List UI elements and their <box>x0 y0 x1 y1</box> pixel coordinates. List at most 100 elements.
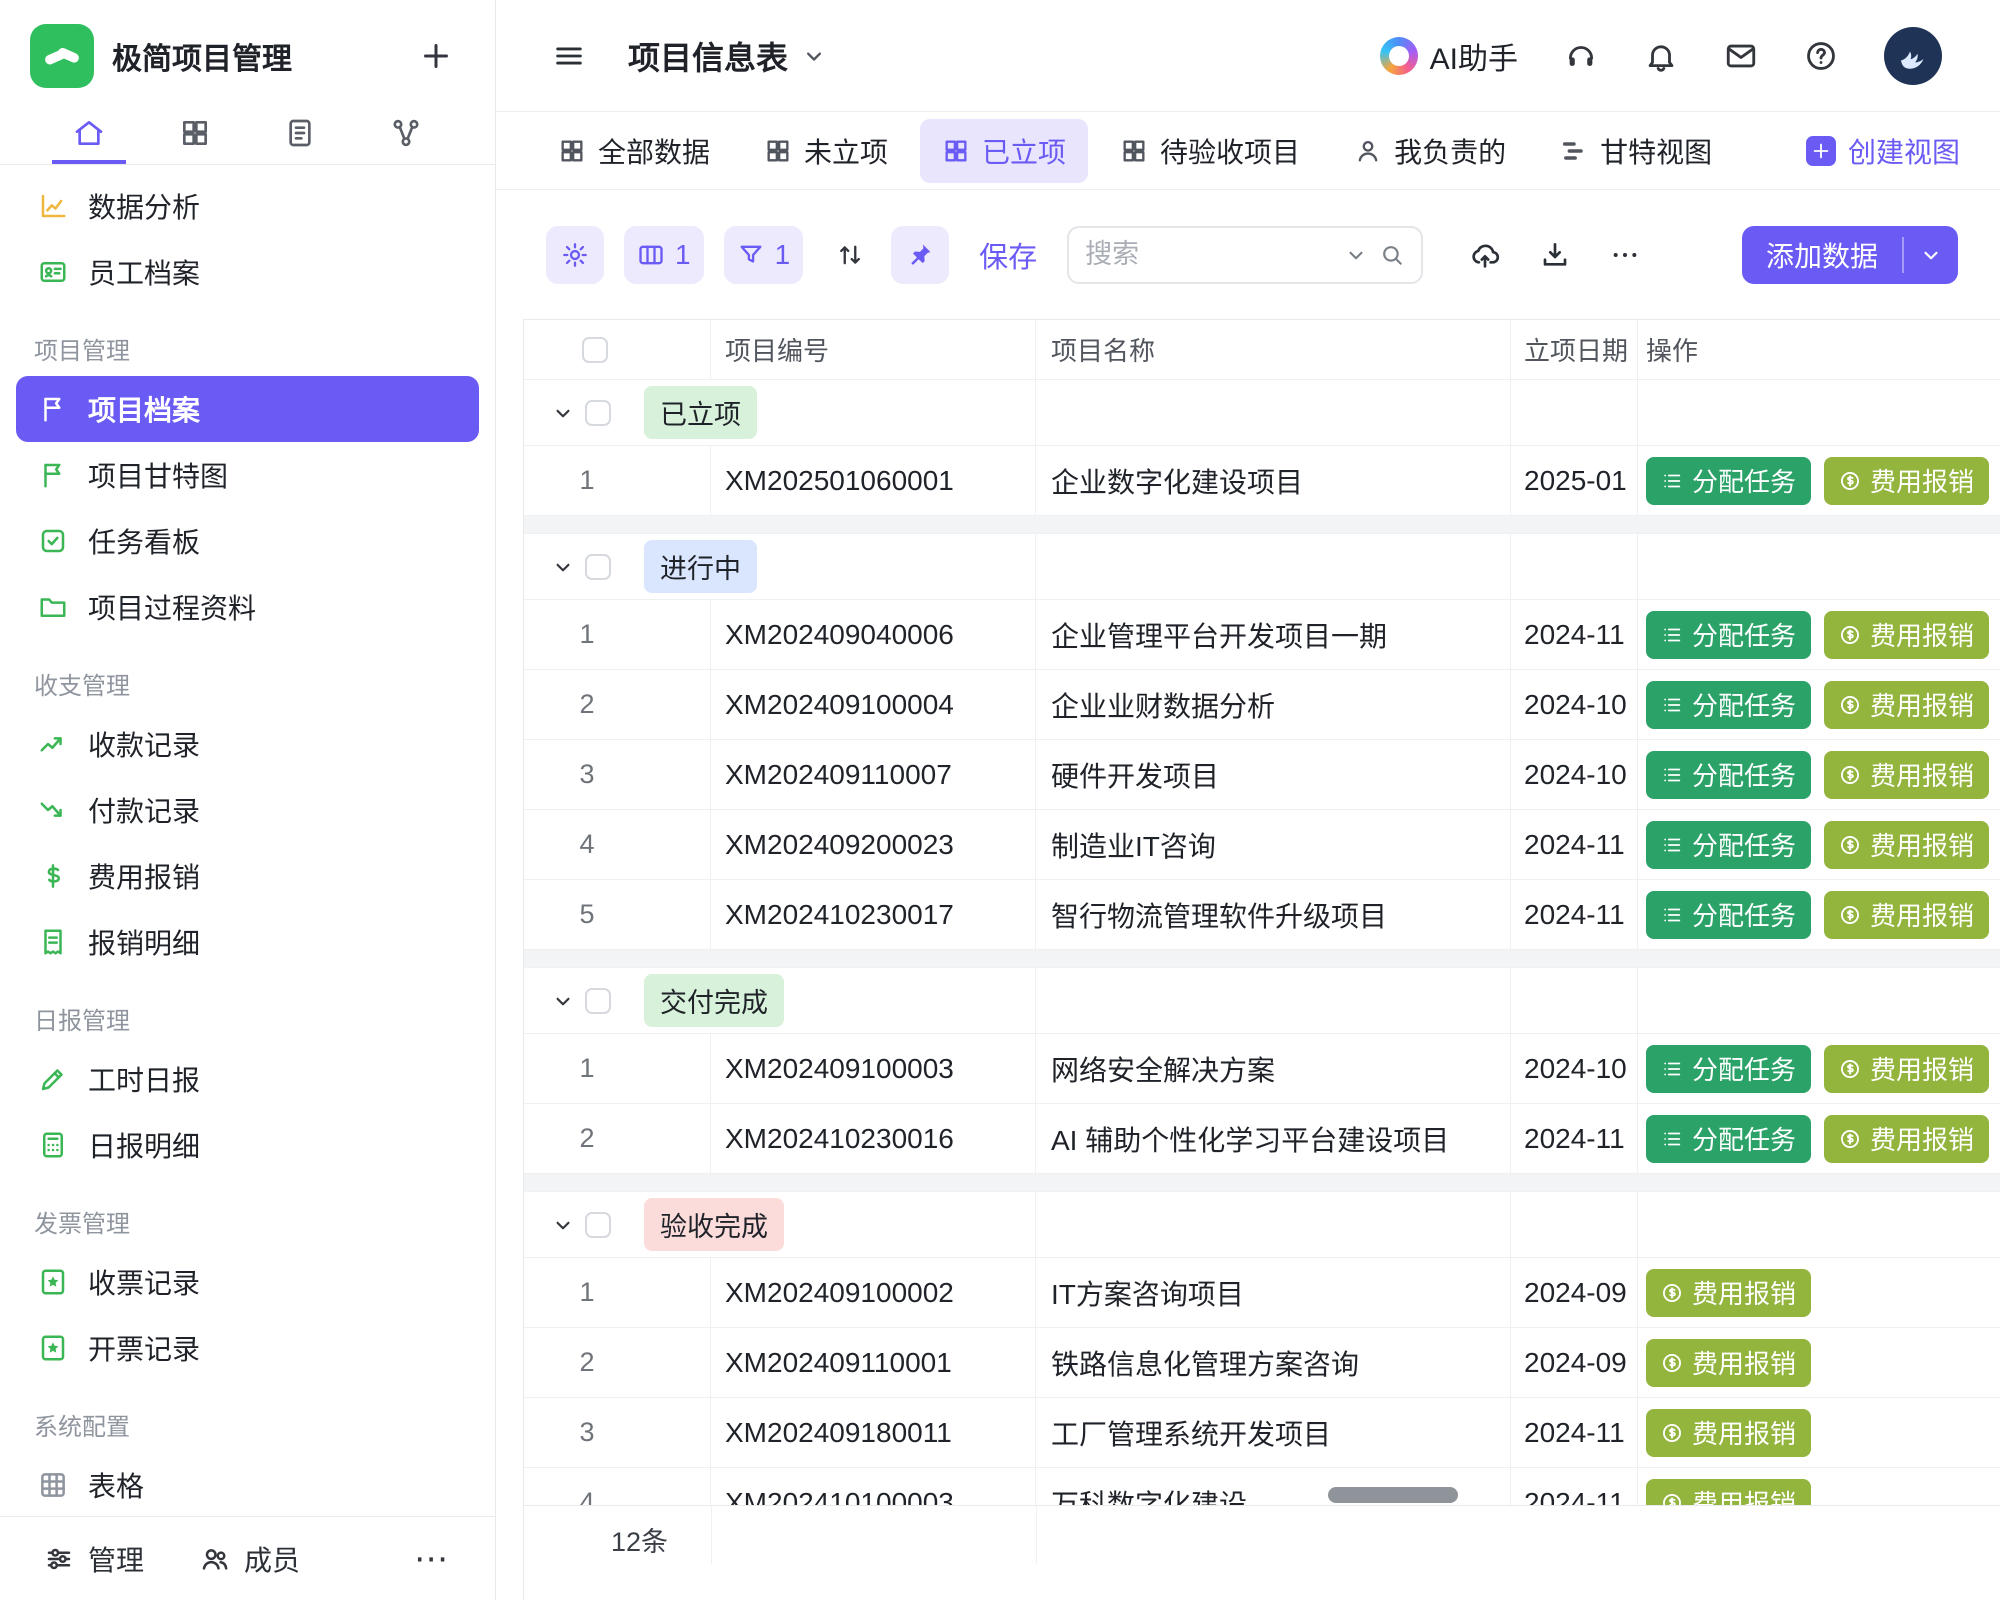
sidebar-item-claim-details[interactable]: 报销明细 <box>16 909 479 975</box>
assign-task-button[interactable]: 分配任务 <box>1646 457 1811 505</box>
expense-claim-button[interactable]: 费用报销 <box>1824 751 1989 799</box>
title-chevron-down-icon[interactable] <box>800 42 828 70</box>
assign-task-button[interactable]: 分配任务 <box>1646 751 1811 799</box>
sidebar-item-invoice-received[interactable]: 收票记录 <box>16 1249 479 1315</box>
help-icon[interactable] <box>1804 39 1838 73</box>
sidebar-item-project-docs[interactable]: 项目过程资料 <box>16 574 479 640</box>
expense-claim-button[interactable]: 费用报销 <box>1824 611 1989 659</box>
sort-button[interactable] <box>823 226 877 284</box>
table-row[interactable]: 3XM202409110007硬件开发项目2024-10分配任务费用报销 <box>524 740 2000 810</box>
add-workspace-button[interactable] <box>413 33 459 79</box>
group-checkbox[interactable] <box>585 554 611 580</box>
table-row[interactable]: 2XM202409110001铁路信息化管理方案咨询2024-09费用报销 <box>524 1328 2000 1398</box>
sidebar-item-payment-records[interactable]: 付款记录 <box>16 777 479 843</box>
table-row[interactable]: 1XM202409100002IT方案咨询项目2024-09费用报销 <box>524 1258 2000 1328</box>
table-row[interactable]: 4XM202409200023制造业IT咨询2024-11分配任务费用报销 <box>524 810 2000 880</box>
sidebar-item-invoice-issued[interactable]: 开票记录 <box>16 1315 479 1381</box>
create-view-button[interactable]: 创建视图 <box>1806 131 1960 171</box>
view-tab-my-projects[interactable]: 我负责的 <box>1332 119 1528 183</box>
expense-claim-button[interactable]: 费用报销 <box>1824 891 1989 939</box>
table-row[interactable]: 1XM202409040006企业管理平台开发项目一期2024-11分配任务费用… <box>524 600 2000 670</box>
sidebar-item-data-analysis[interactable]: 数据分析 <box>16 173 479 239</box>
sidebar-item-receipt-records[interactable]: 收款记录 <box>16 711 479 777</box>
expense-claim-button[interactable]: 费用报销 <box>1824 821 1989 869</box>
filter-button[interactable]: 1 <box>724 226 804 284</box>
sidebar-item-employee-files[interactable]: 员工档案 <box>16 239 479 305</box>
select-all-checkbox[interactable] <box>582 337 608 363</box>
save-button[interactable]: 保存 <box>979 234 1037 276</box>
bell-icon[interactable] <box>1644 39 1678 73</box>
chevron-down-icon[interactable] <box>550 988 576 1014</box>
sidebar-item-task-board[interactable]: 任务看板 <box>16 508 479 574</box>
search-icon[interactable] <box>1379 242 1405 268</box>
group-checkbox[interactable] <box>585 988 611 1014</box>
sidebar-item-expense-claim[interactable]: 费用报销 <box>16 843 479 909</box>
assign-task-button[interactable]: 分配任务 <box>1646 891 1811 939</box>
view-tab-started[interactable]: 已立项 <box>920 119 1088 183</box>
members-label: 成员 <box>244 1539 300 1579</box>
members-button[interactable]: 成员 <box>200 1539 300 1579</box>
view-tab-not-started[interactable]: 未立项 <box>742 119 910 183</box>
mail-icon[interactable] <box>1724 39 1758 73</box>
search-input[interactable] <box>1085 239 1333 270</box>
upload-icon[interactable] <box>1469 239 1501 271</box>
toolbar: 1 1 保存 添加数据 <box>496 190 2000 319</box>
column-header-date[interactable]: 立项日期 <box>1511 320 1638 379</box>
tasklist-icon <box>1661 764 1683 786</box>
sidebar-item-work-daily[interactable]: 工时日报 <box>16 1046 479 1112</box>
assign-task-button[interactable]: 分配任务 <box>1646 1115 1811 1163</box>
table-row[interactable]: 2XM202410230016AI 辅助个性化学习平台建设项目2024-11分配… <box>524 1104 2000 1174</box>
expense-claim-button[interactable]: 费用报销 <box>1824 681 1989 729</box>
sidebar-item-label: 员工档案 <box>88 252 200 292</box>
expense-claim-button[interactable]: 费用报销 <box>1646 1409 1811 1457</box>
view-tabs-bar: 全部数据未立项已立项待验收项目我负责的甘特视图 创建视图 <box>496 112 2000 190</box>
table-row[interactable]: 1XM202409100003网络安全解决方案2024-10分配任务费用报销 <box>524 1034 2000 1104</box>
sidebar-tab-grid[interactable] <box>158 106 232 164</box>
table-row[interactable]: 2XM202409100004企业业财数据分析2024-10分配任务费用报销 <box>524 670 2000 740</box>
view-tab-all-data[interactable]: 全部数据 <box>536 119 732 183</box>
table-row[interactable]: 3XM202409180011工厂管理系统开发项目2024-11费用报销 <box>524 1398 2000 1468</box>
expense-claim-button[interactable]: 费用报销 <box>1824 1115 1989 1163</box>
table-row[interactable]: 1XM202501060001企业数字化建设项目2025-01分配任务费用报销 <box>524 446 2000 516</box>
chevron-down-icon[interactable] <box>550 400 576 426</box>
download-icon[interactable] <box>1539 239 1571 271</box>
sidebar-tab-doc[interactable] <box>263 106 337 164</box>
manage-button[interactable]: 管理 <box>44 1539 144 1579</box>
horizontal-scrollbar-thumb[interactable] <box>1328 1487 1458 1503</box>
view-tab-gantt-view[interactable]: 甘特视图 <box>1538 119 1734 183</box>
expense-claim-button[interactable]: 费用报销 <box>1824 457 1989 505</box>
assign-task-button[interactable]: 分配任务 <box>1646 1045 1811 1093</box>
sidebar-item-project-gantt[interactable]: 项目甘特图 <box>16 442 479 508</box>
expense-claim-button[interactable]: 费用报销 <box>1824 1045 1989 1093</box>
sidebar-item-project-archive[interactable]: 项目档案 <box>16 376 479 442</box>
sidebar-more-button[interactable]: ⋯ <box>414 1539 451 1579</box>
sidebar-tab-home[interactable] <box>52 106 126 164</box>
group-checkbox[interactable] <box>585 400 611 426</box>
group-checkbox[interactable] <box>585 1212 611 1238</box>
search-chevron-down-icon[interactable] <box>1343 242 1369 268</box>
settings-button[interactable] <box>546 226 604 284</box>
view-tab-pending-acceptance[interactable]: 待验收项目 <box>1098 119 1322 183</box>
column-header-code[interactable]: 项目编号 <box>711 320 1036 379</box>
assign-task-button[interactable]: 分配任务 <box>1646 681 1811 729</box>
pin-button[interactable] <box>891 226 949 284</box>
assign-task-button[interactable]: 分配任务 <box>1646 611 1811 659</box>
sidebar-tab-flow[interactable] <box>369 106 443 164</box>
expense-claim-button[interactable]: 费用报销 <box>1646 1269 1811 1317</box>
add-data-dropdown[interactable] <box>1904 226 1958 284</box>
table-row[interactable]: 5XM202410230017智行物流管理软件升级项目2024-11分配任务费用… <box>524 880 2000 950</box>
user-avatar[interactable] <box>1884 27 1942 85</box>
sidebar-item-tables[interactable]: 表格 <box>16 1452 479 1516</box>
sidebar-item-daily-details[interactable]: 日报明细 <box>16 1112 479 1178</box>
chevron-down-icon[interactable] <box>550 1212 576 1238</box>
headset-icon[interactable] <box>1564 39 1598 73</box>
chevron-down-icon[interactable] <box>550 554 576 580</box>
ai-assistant-button[interactable]: AI助手 <box>1380 34 1518 78</box>
assign-task-button[interactable]: 分配任务 <box>1646 821 1811 869</box>
more-icon[interactable] <box>1609 239 1641 271</box>
hamburger-icon[interactable] <box>552 39 586 73</box>
field-config-button[interactable]: 1 <box>624 226 704 284</box>
expense-claim-button[interactable]: 费用报销 <box>1646 1339 1811 1387</box>
add-data-button[interactable]: 添加数据 <box>1742 226 1958 284</box>
column-header-name[interactable]: 项目名称 <box>1036 320 1511 379</box>
